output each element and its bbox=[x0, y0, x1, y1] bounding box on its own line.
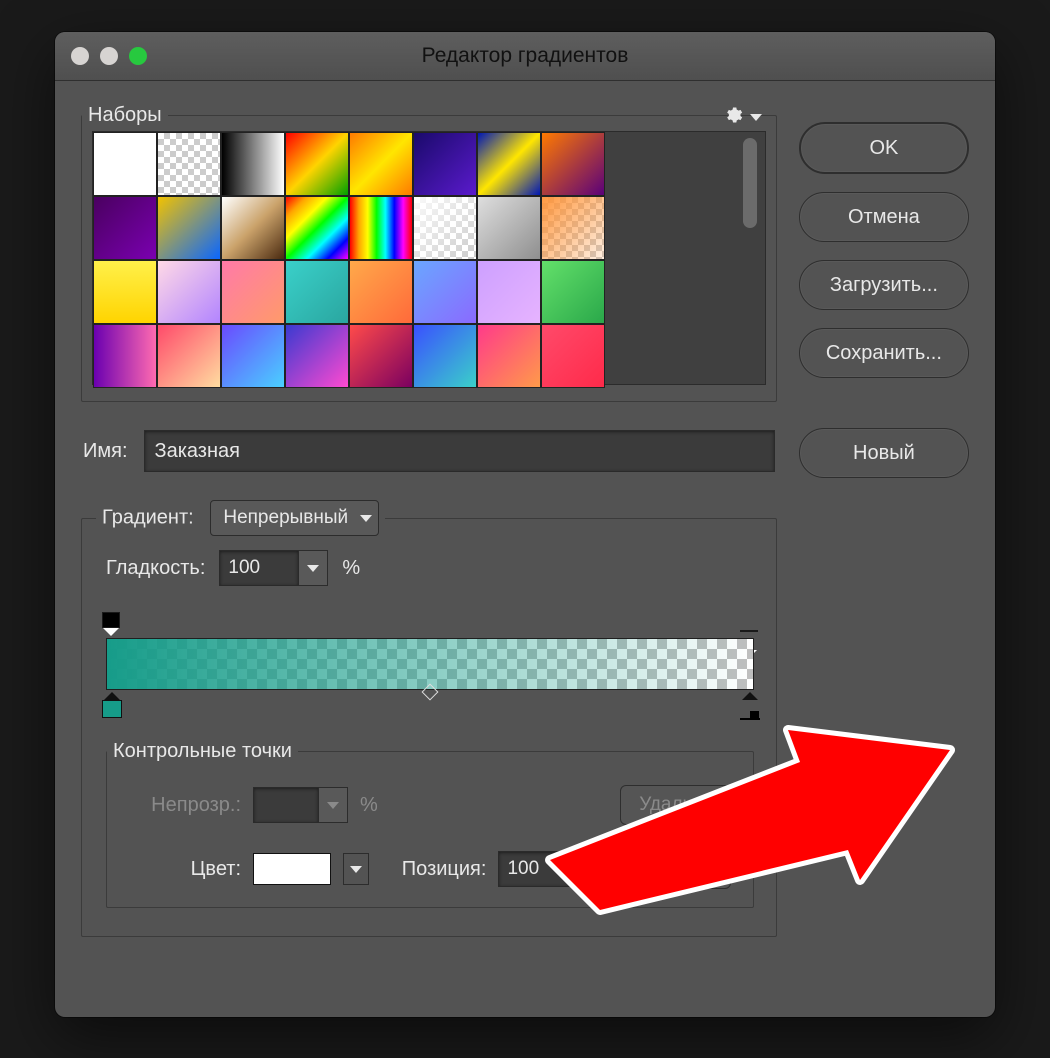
chevron-down-icon bbox=[360, 515, 372, 522]
preset-swatch[interactable] bbox=[157, 196, 221, 260]
stops-legend: Контрольные точки bbox=[107, 740, 298, 763]
opacity-input bbox=[253, 787, 319, 823]
color-picker-dropdown[interactable] bbox=[343, 853, 369, 885]
preset-swatch[interactable] bbox=[413, 260, 477, 324]
gradient-fieldset: Градиент: Непрерывный Гладкость: bbox=[81, 500, 777, 937]
preset-swatch[interactable] bbox=[157, 260, 221, 324]
chevron-down-icon bbox=[350, 866, 362, 873]
opacity-label: Непрозр.: bbox=[131, 794, 241, 817]
color-stop-start[interactable] bbox=[102, 692, 122, 718]
preset-swatch[interactable] bbox=[541, 196, 605, 260]
window-title: Редактор градиентов bbox=[422, 44, 629, 68]
preset-swatch[interactable] bbox=[349, 196, 413, 260]
preset-scrollbar[interactable] bbox=[743, 138, 757, 228]
gradient-type-value: Непрерывный bbox=[223, 507, 348, 529]
gradient-strip[interactable] bbox=[106, 638, 754, 690]
preset-swatch[interactable] bbox=[93, 260, 157, 324]
preset-swatch[interactable] bbox=[477, 324, 541, 388]
preset-swatch[interactable] bbox=[285, 260, 349, 324]
preset-swatch[interactable] bbox=[349, 260, 413, 324]
color-label: Цвет: bbox=[131, 858, 241, 881]
smoothness-label: Гладкость: bbox=[106, 557, 205, 580]
preset-swatch[interactable] bbox=[285, 132, 349, 196]
color-stop-end[interactable] bbox=[740, 674, 760, 718]
preset-swatch[interactable] bbox=[477, 132, 541, 196]
preset-swatch[interactable] bbox=[93, 132, 157, 196]
preset-swatch[interactable] bbox=[413, 132, 477, 196]
color-swatch[interactable] bbox=[253, 853, 331, 885]
ok-button[interactable]: OK bbox=[799, 122, 969, 174]
minimize-window-button[interactable] bbox=[100, 47, 118, 65]
smoothness-input[interactable] bbox=[219, 550, 299, 586]
smoothness-unit: % bbox=[342, 557, 360, 580]
preset-swatch[interactable] bbox=[93, 196, 157, 260]
preset-swatch[interactable] bbox=[285, 324, 349, 388]
gradient-type-label: Градиент: bbox=[102, 506, 194, 528]
preset-swatch[interactable] bbox=[413, 324, 477, 388]
presets-fieldset: Наборы bbox=[81, 104, 777, 402]
opacity-unit: % bbox=[360, 794, 378, 817]
cancel-button[interactable]: Отмена bbox=[799, 192, 969, 242]
name-input[interactable] bbox=[144, 430, 775, 472]
preset-swatch[interactable] bbox=[541, 324, 605, 388]
preset-swatch[interactable] bbox=[285, 196, 349, 260]
load-button[interactable]: Загрузить... bbox=[799, 260, 969, 310]
window-controls bbox=[71, 47, 147, 65]
color-delete-button[interactable]: Удалить bbox=[620, 849, 731, 889]
preset-swatch[interactable] bbox=[221, 324, 285, 388]
gradient-type-select[interactable]: Непрерывный bbox=[210, 500, 379, 536]
smoothness-stepper[interactable] bbox=[299, 550, 328, 586]
preset-swatch[interactable] bbox=[541, 260, 605, 324]
preset-swatch[interactable] bbox=[541, 132, 605, 196]
preset-swatch[interactable] bbox=[221, 260, 285, 324]
preset-swatch[interactable] bbox=[157, 324, 221, 388]
presets-legend: Наборы bbox=[82, 104, 168, 127]
preset-swatch[interactable] bbox=[221, 196, 285, 260]
preset-swatch[interactable] bbox=[349, 132, 413, 196]
color-pos-unit: % bbox=[590, 858, 608, 881]
preset-grid bbox=[92, 131, 766, 385]
color-pos-label: Позиция: bbox=[402, 858, 487, 881]
action-buttons: OK Отмена Загрузить... Сохранить... Новы… bbox=[799, 104, 969, 991]
preset-swatch[interactable] bbox=[221, 132, 285, 196]
maximize-window-button[interactable] bbox=[129, 47, 147, 65]
chevron-down-icon bbox=[327, 802, 339, 809]
close-window-button[interactable] bbox=[71, 47, 89, 65]
titlebar: Редактор градиентов bbox=[55, 32, 995, 81]
name-label: Имя: bbox=[83, 440, 128, 463]
color-pos-input[interactable] bbox=[498, 851, 578, 887]
chevron-down-icon bbox=[307, 565, 319, 572]
gear-icon[interactable] bbox=[723, 105, 761, 130]
preset-swatch[interactable] bbox=[349, 324, 413, 388]
opacity-stepper bbox=[319, 787, 348, 823]
new-button[interactable]: Новый bbox=[799, 428, 969, 478]
preset-swatch[interactable] bbox=[93, 324, 157, 388]
preset-swatch[interactable] bbox=[477, 260, 541, 324]
preset-swatch[interactable] bbox=[157, 132, 221, 196]
gradient-editor-window: Редактор градиентов Наборы bbox=[55, 32, 995, 1017]
stops-fieldset: Контрольные точки Непрозр.: % Пози bbox=[106, 740, 754, 908]
opacity-delete-button: Удалить bbox=[620, 785, 731, 825]
save-button[interactable]: Сохранить... bbox=[799, 328, 969, 378]
gradient-preview[interactable] bbox=[106, 612, 754, 718]
opacity-stop-start[interactable] bbox=[102, 612, 120, 634]
preset-swatch[interactable] bbox=[477, 196, 541, 260]
preset-swatch[interactable] bbox=[413, 196, 477, 260]
